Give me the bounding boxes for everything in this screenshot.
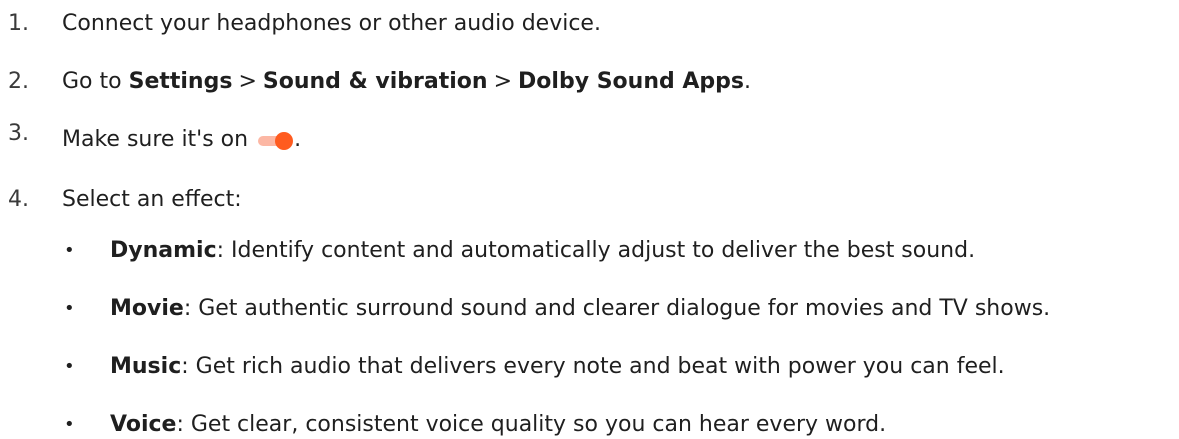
- bullet-icon: •: [64, 414, 75, 436]
- sound-vibration-link-text: Sound & vibration: [262, 68, 488, 94]
- bullet-icon: •: [64, 240, 75, 262]
- effect-description: Music : Get rich audio that delivers eve…: [110, 354, 1005, 380]
- path-period: .: [744, 68, 752, 94]
- settings-path: Go to Settings > Sound & vibration > Dol…: [62, 69, 751, 95]
- effect-name: Movie: [110, 295, 184, 321]
- path-separator: >: [238, 68, 257, 94]
- effect-list: • Dynamic : Identify content and automat…: [0, 220, 1179, 437]
- step-number: 4.: [8, 186, 29, 212]
- toggle-period: .: [294, 126, 302, 152]
- effect-name: Music: [110, 353, 182, 379]
- effect-text: : Identify content and automatically adj…: [216, 237, 976, 263]
- toggle-instruction: Make sure it's on: [62, 126, 249, 152]
- step-number: 2.: [8, 68, 29, 94]
- settings-link-text: Settings: [128, 68, 233, 94]
- dolby-sound-apps-link-text: Dolby Sound Apps: [518, 68, 745, 94]
- step-number: 1.: [8, 10, 29, 36]
- effect-name: Dynamic: [110, 237, 217, 263]
- toggle-on-icon: [256, 131, 294, 150]
- instructions-document: 1. Connect your headphones or other audi…: [0, 0, 1179, 439]
- effect-text: : Get authentic surround sound and clear…: [183, 295, 1051, 321]
- effect-text: : Get clear, consistent voice quality so…: [176, 411, 887, 437]
- step-text: Select an effect:: [62, 186, 242, 212]
- step-text-with-toggle: Make sure it's on .: [62, 127, 301, 153]
- effect-description: Voice : Get clear, consistent voice qual…: [110, 412, 886, 438]
- effect-description: Dynamic : Identify content and automatic…: [110, 238, 975, 264]
- toggle-thumb: [275, 131, 294, 150]
- bullet-icon: •: [64, 356, 75, 378]
- effect-name: Voice: [110, 411, 177, 437]
- effect-description: Movie : Get authentic surround sound and…: [110, 296, 1050, 322]
- effect-text: : Get rich audio that delivers every not…: [181, 353, 1005, 379]
- bullet-icon: •: [64, 298, 75, 320]
- step-number: 3.: [8, 121, 29, 146]
- path-separator: >: [493, 68, 513, 94]
- path-intro: Go to: [62, 68, 122, 94]
- step-text: Connect your headphones or other audio d…: [62, 10, 601, 36]
